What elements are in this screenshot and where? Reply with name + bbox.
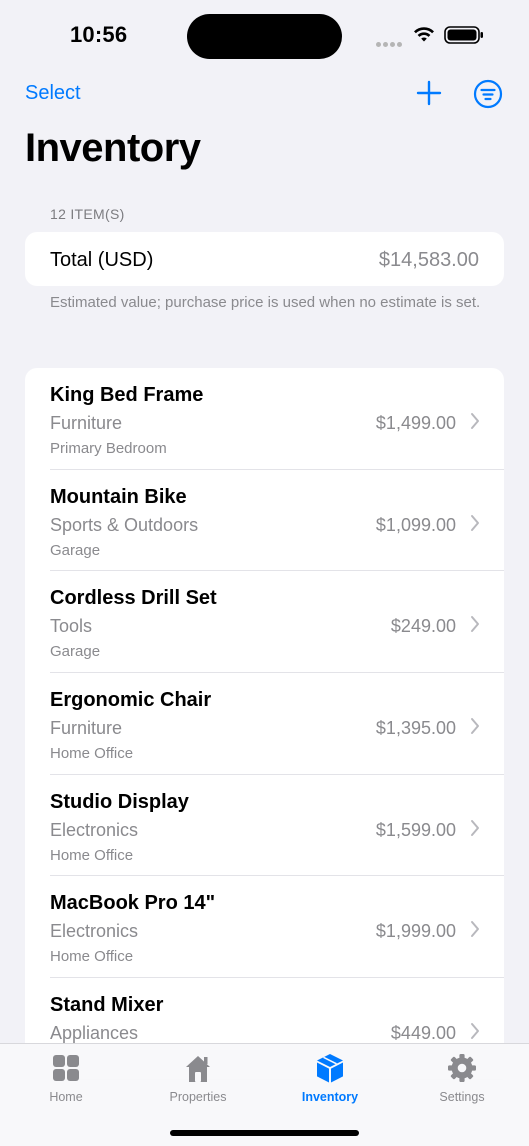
item-price: $449.00 <box>390 1023 456 1044</box>
total-footnote: Estimated value; purchase price is used … <box>50 294 481 311</box>
chevron-right-icon <box>471 921 479 938</box>
item-price: $1,499.00 <box>375 413 456 433</box>
chevron-right-icon <box>471 616 479 633</box>
status-time: 10:56 <box>70 22 128 47</box>
grid-icon <box>53 1055 79 1081</box>
item-category: Electronics <box>50 921 139 942</box>
item-price: $249.00 <box>390 616 456 637</box>
add-item-button[interactable] <box>414 78 444 108</box>
home-indicator <box>170 1130 359 1136</box>
item-category: Sports & Outdoors <box>50 514 199 535</box>
item-price: $1,395.00 <box>375 718 456 739</box>
item-location: Home Office <box>50 745 134 763</box>
item-location: Garage <box>50 541 101 559</box>
total-label: Total (USD) <box>50 249 154 271</box>
item-name: King Bed Frame <box>50 384 204 406</box>
item-category: Tools <box>50 616 93 637</box>
item-price: $1,099.00 <box>375 514 456 535</box>
plus-icon <box>416 80 442 106</box>
inventory-item-row[interactable]: Ergonomic Chair Furniture Home Office $1… <box>25 673 504 775</box>
tab-inventory[interactable]: Inventory <box>280 1052 380 1108</box>
inventory-screen: 10:56 Select Inventory 12 ITEM(S) Total … <box>0 0 529 1146</box>
shipping-box-icon <box>317 1054 343 1083</box>
battery-icon <box>444 26 483 44</box>
total-card: Total (USD) $14,583.00 <box>25 232 504 286</box>
inventory-item-row[interactable]: Cordless Drill Set Tools Garage $249.00 <box>25 571 504 673</box>
cellular-signal-icon <box>376 34 406 47</box>
tab-home[interactable]: Home <box>16 1052 116 1108</box>
tab-properties[interactable]: Properties <box>148 1052 248 1108</box>
item-location: Primary Bedroom <box>50 440 167 457</box>
inventory-item-row[interactable]: MacBook Pro 14" Electronics Home Office … <box>25 876 504 978</box>
item-location: Home Office <box>50 948 134 966</box>
page-title: Inventory <box>25 126 201 170</box>
chevron-right-icon <box>471 413 479 429</box>
item-price: $1,599.00 <box>375 819 456 840</box>
item-name: Ergonomic Chair <box>50 689 212 712</box>
tab-label: Settings <box>439 1090 485 1104</box>
item-location: Garage <box>50 643 101 661</box>
status-bar: 10:56 <box>0 0 529 70</box>
total-value: $14,583.00 <box>378 249 479 271</box>
chevron-right-icon <box>471 718 479 735</box>
item-category: Appliances <box>50 1023 139 1044</box>
item-name: Studio Display <box>50 790 189 813</box>
item-name: Mountain Bike <box>50 485 187 508</box>
chevron-right-icon <box>471 819 479 836</box>
item-name: Stand Mixer <box>50 994 164 1017</box>
tab-label: Inventory <box>301 1090 359 1104</box>
tab-label: Home <box>49 1090 83 1104</box>
item-category: Electronics <box>50 819 139 840</box>
filter-button[interactable] <box>472 78 504 110</box>
wifi-icon <box>414 27 434 42</box>
tab-label: Properties <box>169 1090 227 1104</box>
item-name: MacBook Pro 14" <box>50 892 216 915</box>
inventory-item-row[interactable]: Studio Display Electronics Home Office $… <box>25 775 504 877</box>
inventory-item-row[interactable]: King Bed Frame Furniture Primary Bedroom… <box>25 368 504 470</box>
tab-settings[interactable]: Settings <box>412 1052 512 1108</box>
item-name: Cordless Drill Set <box>50 587 217 610</box>
filter-icon <box>473 79 503 109</box>
house-icon <box>186 1056 210 1082</box>
chevron-right-icon <box>471 1023 479 1040</box>
item-location: Home Office <box>50 846 134 864</box>
item-category: Furniture <box>50 718 123 739</box>
gear-icon <box>448 1054 476 1082</box>
chevron-right-icon <box>471 514 479 531</box>
inventory-item-row[interactable]: Mountain Bike Sports & Outdoors Garage $… <box>25 470 504 572</box>
item-category: Furniture <box>50 413 123 433</box>
item-count-header: 12 ITEM(S) <box>50 206 125 222</box>
dynamic-island <box>187 14 342 59</box>
item-price: $1,999.00 <box>375 921 456 942</box>
inventory-list: King Bed Frame Furniture Primary Bedroom… <box>25 368 504 1088</box>
select-button[interactable]: Select <box>25 82 81 105</box>
